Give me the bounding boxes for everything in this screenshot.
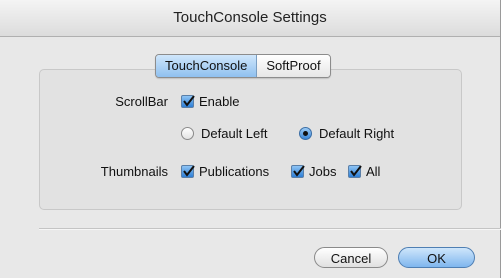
checkmark-icon bbox=[183, 165, 195, 177]
ok-button[interactable]: OK bbox=[398, 247, 475, 268]
tab-bar: TouchConsole SoftProof bbox=[155, 54, 331, 78]
all-label: All bbox=[366, 164, 381, 179]
thumbnails-label: Thumbnails bbox=[100, 164, 168, 179]
default-right-label: Default Right bbox=[319, 126, 395, 141]
default-right-radio[interactable] bbox=[299, 127, 312, 140]
scrollbar-label: ScrollBar bbox=[115, 94, 168, 109]
tab-touchconsole[interactable]: TouchConsole bbox=[156, 55, 258, 77]
window-title: TouchConsole Settings bbox=[0, 0, 500, 37]
publications-label: Publications bbox=[199, 164, 270, 179]
publications-checkbox[interactable] bbox=[181, 165, 195, 178]
default-left-label: Default Left bbox=[201, 126, 268, 141]
scrollbar-enable-checkbox[interactable] bbox=[181, 95, 195, 108]
checkmark-icon bbox=[350, 165, 362, 177]
checkmark-icon bbox=[293, 165, 305, 177]
checkmark-icon bbox=[183, 95, 195, 107]
settings-window: TouchConsole Settings TouchConsole SoftP… bbox=[0, 0, 501, 278]
tab-softproof[interactable]: SoftProof bbox=[257, 55, 330, 77]
footer-divider bbox=[39, 228, 501, 230]
cancel-button[interactable]: Cancel bbox=[314, 247, 388, 268]
jobs-checkbox[interactable] bbox=[291, 165, 305, 178]
default-left-radio[interactable] bbox=[181, 127, 194, 140]
all-checkbox[interactable] bbox=[348, 165, 362, 178]
jobs-label: Jobs bbox=[309, 164, 337, 179]
scrollbar-enable-label: Enable bbox=[199, 94, 240, 109]
